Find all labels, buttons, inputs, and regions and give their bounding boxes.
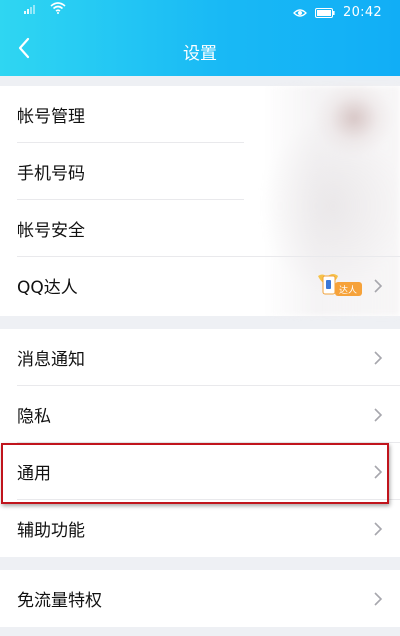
row-label: 免流量特权 [17, 591, 102, 611]
data-saver-group: 免流量特权 [0, 570, 400, 627]
nav-bar: 设置 [0, 26, 400, 76]
wifi-icon [50, 0, 66, 18]
eye-icon [293, 3, 307, 22]
row-notifications[interactable]: 消息通知 [0, 329, 400, 386]
qq-master-badge-icon: 达人 [316, 270, 364, 300]
battery-icon [315, 3, 335, 22]
row-account-security[interactable]: 帐号安全 [0, 200, 400, 257]
header-bar: 20:42 设置 [0, 0, 400, 76]
chevron-right-icon [370, 521, 386, 537]
row-privacy[interactable]: 隐私 [0, 386, 400, 443]
status-right: 20:42 [293, 4, 382, 20]
chevron-right-icon [370, 464, 386, 480]
row-label: 隐私 [17, 407, 51, 427]
row-label: QQ达人 [17, 278, 78, 298]
account-group: 帐号管理 手机号码 帐号安全 QQ达人 达人 [0, 86, 400, 316]
row-label: 通用 [17, 464, 51, 484]
row-label: 消息通知 [17, 350, 85, 370]
row-general[interactable]: 通用 [0, 443, 400, 500]
row-free-data-privilege[interactable]: 免流量特权 [0, 570, 400, 627]
row-label: 帐号安全 [17, 221, 85, 241]
status-bar: 20:42 [0, 0, 400, 26]
status-time: 20:42 [343, 4, 382, 20]
row-phone-number[interactable]: 手机号码 [0, 143, 400, 200]
status-left [24, 2, 66, 18]
settings-group: 消息通知 隐私 通用 辅助功能 [0, 329, 400, 557]
chevron-right-icon [370, 278, 386, 294]
row-qq-master[interactable]: QQ达人 达人 [0, 257, 400, 314]
row-account-management[interactable]: 帐号管理 [0, 86, 400, 143]
row-label: 辅助功能 [17, 521, 85, 541]
row-label: 手机号码 [17, 164, 85, 184]
signal-icon [24, 0, 44, 18]
page-title: 设置 [183, 44, 217, 64]
row-accessibility[interactable]: 辅助功能 [0, 500, 400, 557]
chevron-right-icon [370, 407, 386, 423]
chevron-right-icon [370, 591, 386, 607]
badge-text: 达人 [339, 284, 357, 296]
chevron-right-icon [370, 350, 386, 366]
row-label: 帐号管理 [17, 107, 85, 127]
